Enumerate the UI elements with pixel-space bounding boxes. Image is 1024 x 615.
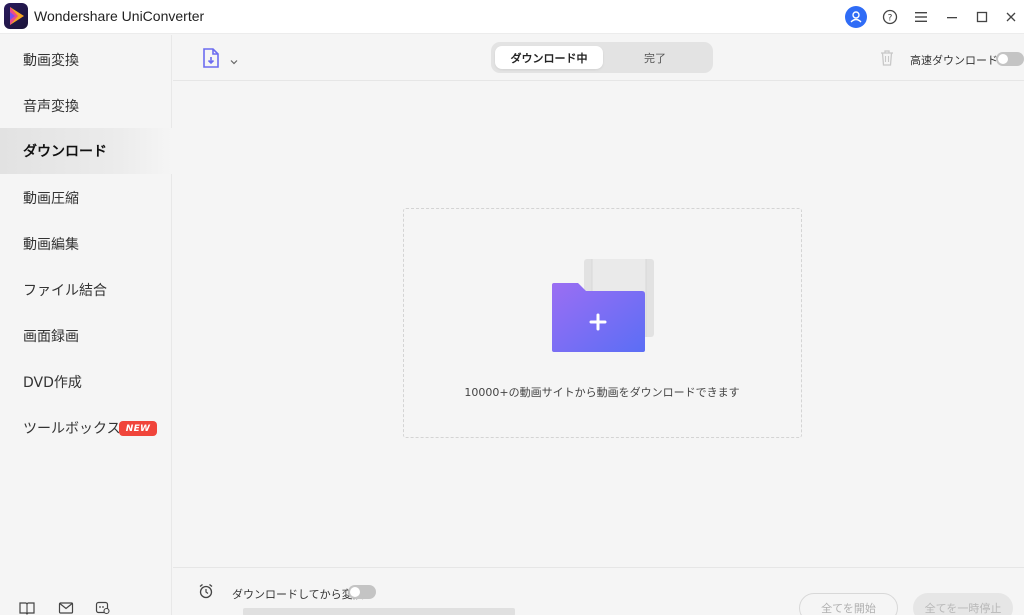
tab-downloading[interactable]: ダウンロード中	[495, 46, 603, 69]
sidebar-item-video-convert[interactable]: 動画変換	[0, 37, 172, 83]
sidebar-item-label: 動画編集	[23, 237, 79, 253]
sidebar-item-video-compress[interactable]: 動画圧縮	[0, 175, 172, 221]
svg-text:?: ?	[888, 14, 893, 24]
close-icon[interactable]	[1000, 6, 1022, 28]
trash-icon[interactable]	[879, 49, 895, 67]
convert-after-download-toggle[interactable]	[348, 585, 376, 599]
pause-all-button[interactable]: 全てを一時停止	[913, 593, 1013, 615]
tab-completed[interactable]: 完了	[601, 46, 709, 69]
sidebar-item-toolbox[interactable]: ツールボックス NEW	[0, 405, 172, 451]
sidebar-item-label: 音声変換	[23, 99, 79, 115]
account-icon[interactable]	[845, 6, 867, 28]
title-bar: Wondershare UniConverter ?	[0, 0, 1024, 34]
download-toolbar: ダウンロード中 完了 高速ダウンロード	[173, 35, 1024, 81]
sidebar-item-label: 動画圧縮	[23, 191, 79, 207]
new-badge: NEW	[119, 421, 157, 436]
mail-icon[interactable]	[58, 600, 74, 614]
sidebar-item-label: ダウンロード	[23, 144, 107, 160]
minimize-icon[interactable]	[941, 6, 963, 28]
drop-zone-hint: 10000+の動画サイトから動画をダウンロードできます	[464, 386, 740, 399]
sidebar-item-label: DVD作成	[23, 375, 82, 391]
sidebar-item-label: 動画変換	[23, 53, 79, 69]
app-logo-icon	[4, 3, 28, 29]
convert-after-download-label: ダウンロードしてから変換	[232, 588, 364, 601]
start-all-button[interactable]: 全てを開始	[799, 593, 898, 615]
sidebar-item-dvd-create[interactable]: DVD作成	[0, 359, 172, 405]
add-url-icon[interactable]	[200, 47, 222, 69]
sidebar-item-label: ツールボックス	[23, 421, 121, 437]
download-drop-zone[interactable]: 10000+の動画サイトから動画をダウンロードできます	[403, 208, 802, 438]
sidebar-item-file-merge[interactable]: ファイル結合	[0, 267, 172, 313]
sidebar-item-audio-convert[interactable]: 音声変換	[0, 83, 172, 129]
app-title: Wondershare UniConverter	[34, 8, 205, 24]
download-status-tabs: ダウンロード中 完了	[491, 42, 713, 73]
bottom-bar: ダウンロードしてから変換 全てを開始 全てを一時停止	[173, 567, 1024, 615]
fast-download-toggle[interactable]	[996, 52, 1024, 66]
sidebar-item-screen-record[interactable]: 画面録画	[0, 313, 172, 359]
sidebar-item-video-edit[interactable]: 動画編集	[0, 221, 172, 267]
chevron-down-icon[interactable]	[229, 52, 239, 65]
output-path-field[interactable]	[243, 608, 515, 615]
sidebar-item-label: 画面録画	[23, 329, 79, 345]
fast-download-label: 高速ダウンロード	[910, 54, 998, 67]
alarm-clock-icon[interactable]	[198, 583, 214, 599]
maximize-icon[interactable]	[971, 6, 993, 28]
sidebar-item-label: ファイル結合	[23, 283, 107, 299]
help-icon[interactable]: ?	[879, 6, 901, 28]
menu-icon[interactable]	[910, 6, 932, 28]
sidebar: 動画変換 音声変換 ダウンロード 動画圧縮 動画編集 ファイル結合 画面録画 D…	[0, 35, 172, 615]
folder-plus-icon	[550, 259, 654, 354]
sidebar-item-download[interactable]: ダウンロード	[0, 128, 172, 174]
book-icon[interactable]	[19, 600, 35, 615]
feedback-icon[interactable]	[95, 600, 111, 615]
